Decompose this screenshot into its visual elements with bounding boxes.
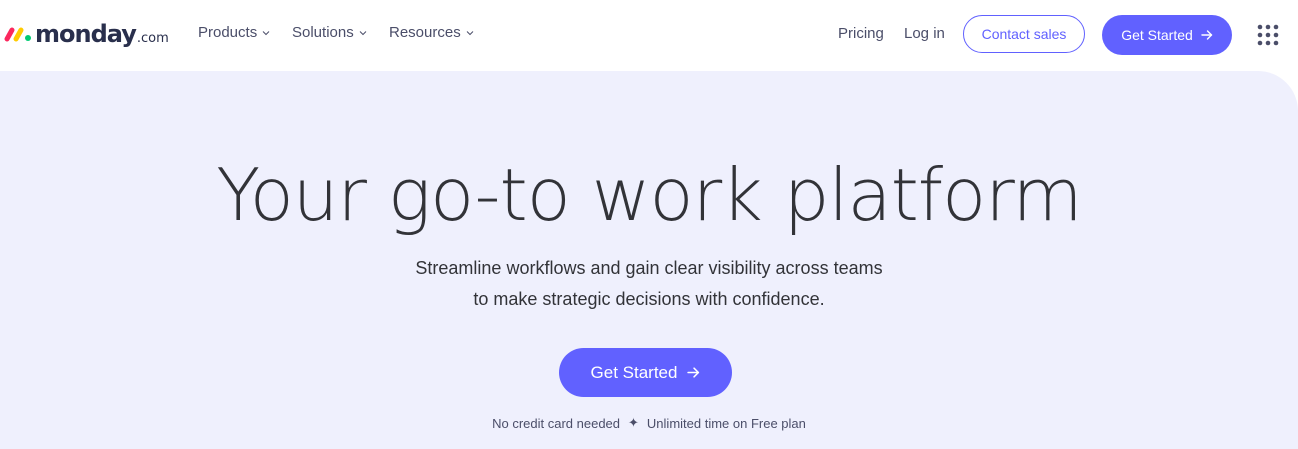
login-link[interactable]: Log in: [904, 25, 945, 42]
apps-grid-icon[interactable]: [1257, 24, 1279, 46]
get-started-label: Get Started: [1121, 27, 1193, 43]
hero-cta-label: Get Started: [590, 362, 678, 382]
monday-logo[interactable]: monday .com: [4, 18, 169, 50]
contact-sales-button[interactable]: Contact sales: [963, 15, 1085, 53]
top-navigation: monday .com Products Solutions Resources…: [0, 0, 1298, 70]
nav-solutions-label: Solutions: [292, 24, 354, 41]
hero-title: Your go-to work platform: [216, 153, 1082, 237]
sparkle-icon: ✦: [628, 415, 639, 430]
get-started-button-hero[interactable]: Get Started: [559, 348, 732, 397]
hero-footnote: No credit card needed ✦ Unlimited time o…: [0, 415, 1298, 431]
nav-resources[interactable]: Resources: [389, 24, 474, 41]
hero-corner: [0, 71, 30, 101]
logo-wordmark: monday: [35, 20, 137, 48]
contact-sales-label: Contact sales: [981, 26, 1067, 42]
chevron-down-icon: [262, 31, 270, 36]
nav-solutions[interactable]: Solutions: [292, 24, 367, 41]
logo-suffix: .com: [136, 30, 169, 46]
hero-subtitle-line-1: Streamline workflows and gain clear visi…: [415, 258, 883, 278]
nav-resources-label: Resources: [389, 24, 461, 41]
get-started-button-header[interactable]: Get Started: [1102, 15, 1232, 55]
footnote-free-plan: Unlimited time on Free plan: [646, 415, 806, 431]
nav-products-label: Products: [198, 24, 258, 41]
pricing-link[interactable]: Pricing: [838, 25, 884, 42]
footnote-no-credit-card: No credit card needed: [492, 415, 621, 431]
arrow-right-icon: [687, 367, 700, 378]
hero-subtitle-line-2: to make strategic decisions with confide…: [473, 289, 825, 309]
monday-logo-mark-icon: [4, 27, 31, 42]
arrow-right-icon: [1201, 30, 1212, 40]
chevron-down-icon: [359, 31, 367, 36]
page: monday .com Products Solutions Resources…: [0, 0, 1298, 449]
chevron-down-icon: [466, 31, 474, 36]
nav-products[interactable]: Products: [198, 24, 270, 41]
